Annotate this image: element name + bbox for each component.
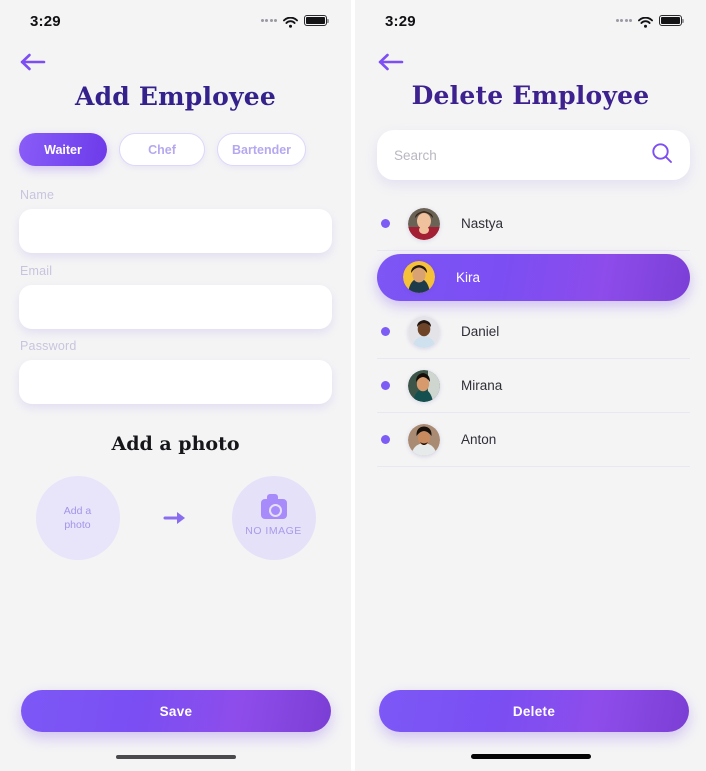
- avatar: [408, 315, 440, 348]
- photo-upload-row: Add a photo NO IMAGE: [0, 476, 351, 560]
- search-input[interactable]: [394, 147, 651, 163]
- email-label: Email: [20, 264, 53, 278]
- delete-button[interactable]: Delete: [379, 690, 689, 732]
- status-icons: [260, 15, 330, 28]
- no-image-label: NO IMAGE: [245, 525, 302, 537]
- dual-phone-mockup: 3:29 Add Employee Waiter Chef Bartender …: [0, 0, 706, 771]
- employee-name: Mirana: [461, 378, 503, 393]
- back-arrow-icon: [20, 53, 46, 71]
- add-photo-heading: Add a photo: [111, 433, 240, 455]
- wifi-icon: [283, 15, 298, 28]
- search-icon[interactable]: [651, 142, 673, 169]
- employee-name: Anton: [461, 432, 497, 447]
- bullet-icon: [381, 327, 390, 336]
- add-photo-line1: Add a: [63, 505, 92, 517]
- search-bar[interactable]: [377, 130, 690, 180]
- role-chip-label: Bartender: [232, 142, 292, 157]
- home-indicator: [115, 755, 236, 759]
- role-selector: Waiter Chef Bartender: [19, 133, 307, 166]
- page-title: Add Employee: [75, 82, 276, 111]
- back-button[interactable]: [19, 50, 47, 74]
- role-chip-waiter[interactable]: Waiter: [19, 133, 107, 166]
- employee-name: Nastya: [461, 216, 504, 231]
- role-chip-chef[interactable]: Chef: [119, 133, 205, 166]
- list-item[interactable]: Mirana: [377, 359, 690, 413]
- back-button[interactable]: [377, 50, 405, 74]
- status-icons: [615, 15, 685, 28]
- name-input[interactable]: [19, 209, 332, 253]
- status-bar-right: 3:29: [355, 0, 706, 40]
- list-item[interactable]: Anton: [377, 413, 690, 467]
- camera-icon: [260, 494, 287, 519]
- list-item[interactable]: Kira: [377, 254, 690, 301]
- name-label: Name: [20, 188, 55, 202]
- avatar: [408, 423, 440, 456]
- status-time: 3:29: [30, 13, 61, 30]
- role-chip-label: Chef: [148, 142, 176, 157]
- avatar: [408, 207, 440, 240]
- save-button[interactable]: Save: [21, 690, 331, 732]
- avatar: [403, 261, 435, 293]
- password-input[interactable]: [19, 360, 332, 404]
- signal-dots-icon: [260, 19, 277, 22]
- bullet-icon: [381, 219, 390, 228]
- status-time: 3:29: [385, 13, 416, 30]
- back-arrow-icon: [378, 53, 404, 71]
- signal-dots-icon: [615, 19, 632, 22]
- home-indicator: [470, 754, 591, 759]
- add-photo-line2: photo: [64, 519, 91, 531]
- role-chip-bartender[interactable]: Bartender: [217, 133, 307, 166]
- bullet-icon: [381, 435, 390, 444]
- delete-employee-screen: 3:29 Delete Employee Search Nastya Kira …: [355, 0, 706, 771]
- arrow-right-icon: [163, 509, 189, 527]
- page-title: Delete Employee: [411, 81, 650, 110]
- status-bar-left: 3:29: [0, 0, 351, 40]
- role-chip-label: Waiter: [44, 142, 82, 157]
- list-item[interactable]: Daniel: [377, 305, 690, 359]
- battery-full-icon: [304, 15, 330, 26]
- avatar: [408, 369, 440, 402]
- list-item[interactable]: Nastya: [377, 197, 690, 251]
- add-employee-screen: 3:29 Add Employee Waiter Chef Bartender …: [0, 0, 351, 771]
- battery-full-icon: [659, 15, 685, 26]
- photo-preview[interactable]: NO IMAGE: [231, 476, 316, 560]
- wifi-icon: [638, 15, 653, 28]
- employee-name: Daniel: [461, 324, 500, 339]
- employee-name: Kira: [456, 269, 481, 285]
- add-photo-button[interactable]: Add a photo: [35, 476, 120, 560]
- password-label: Password: [20, 339, 77, 353]
- bullet-icon: [381, 381, 390, 390]
- email-input[interactable]: [19, 285, 332, 329]
- employee-list: Nastya Kira Daniel Mirana Anton: [377, 197, 690, 467]
